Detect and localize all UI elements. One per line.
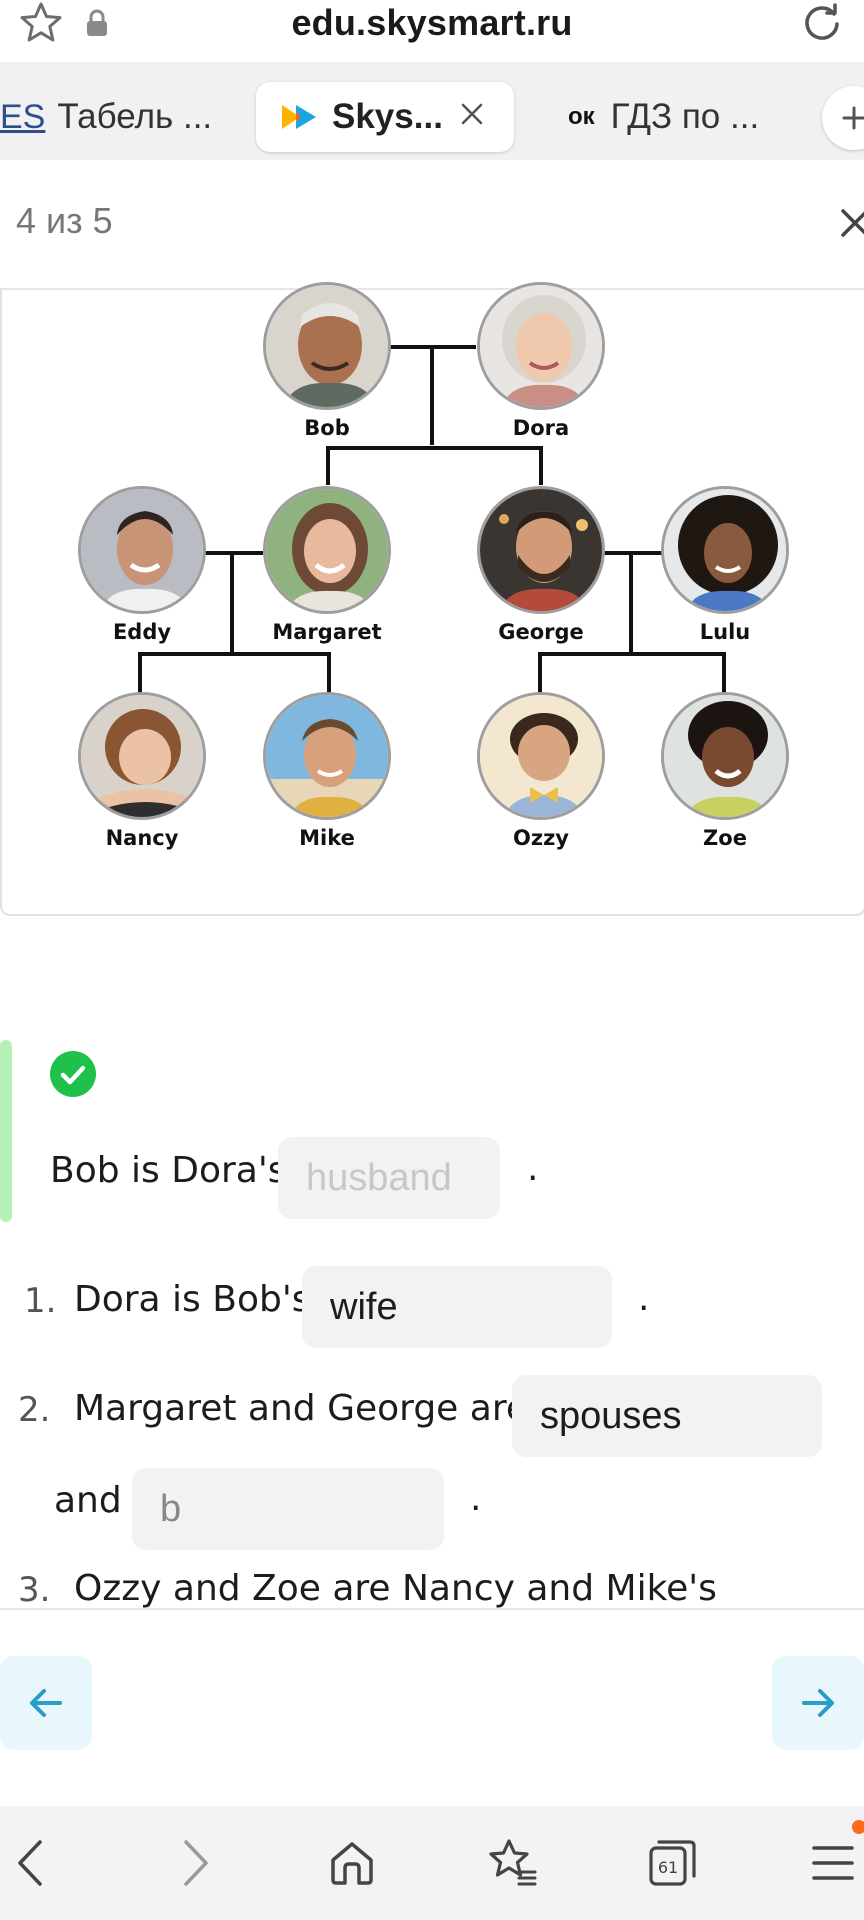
progress-counter: 4 из 5 xyxy=(16,200,113,241)
lulu-avatar xyxy=(661,486,789,614)
back-icon[interactable] xyxy=(4,1836,58,1890)
family-tree-card: Bob Dora Eddy Margaret George Lulu Nancy… xyxy=(0,282,864,916)
example-prefix: Bob is Dora's xyxy=(50,1150,287,1191)
george-avatar xyxy=(477,486,605,614)
correct-indicator-bar xyxy=(0,1040,12,1222)
forward-icon[interactable] xyxy=(168,1836,222,1890)
es-favicon-icon: ES xyxy=(0,97,46,136)
item-3-prefix: Ozzy and Zoe are Nancy and Mike's xyxy=(74,1568,717,1608)
example-suffix: . xyxy=(527,1148,539,1189)
margaret-avatar xyxy=(263,486,391,614)
person-name: George xyxy=(498,620,584,644)
browser-bottom-bar: 61 xyxy=(0,1806,864,1920)
item-1-suffix: . xyxy=(638,1278,650,1319)
tab-tabel[interactable]: ES Табель ... xyxy=(0,82,240,152)
person-name: Bob xyxy=(304,416,350,440)
bob-avatar xyxy=(263,282,391,410)
item-2-middle: and xyxy=(54,1480,122,1521)
person-name: Eddy xyxy=(112,620,172,644)
new-tab-button[interactable] xyxy=(822,86,864,150)
dora-avatar xyxy=(477,282,605,410)
tab-count: 61 xyxy=(658,1858,678,1877)
example-answer-field: husband xyxy=(278,1137,500,1219)
tab-strip: ES Табель ... Skys... ок ГДЗ по ... xyxy=(0,62,864,160)
item-2-suffix: . xyxy=(470,1478,482,1519)
person-zoe: Zoe xyxy=(661,692,789,850)
person-name: Dora xyxy=(512,416,570,440)
tab-gdz[interactable]: ок ГДЗ по ... xyxy=(568,82,798,152)
person-margaret: Margaret xyxy=(263,486,391,644)
previous-button[interactable] xyxy=(0,1656,92,1750)
ok-favicon-icon: ок xyxy=(568,103,595,130)
person-dora: Dora xyxy=(477,282,605,440)
close-icon[interactable] xyxy=(838,206,864,240)
person-ozzy: Ozzy xyxy=(477,692,605,850)
home-icon[interactable] xyxy=(325,1836,379,1890)
address-bar: edu.skysmart.ru xyxy=(0,0,864,62)
person-lulu: Lulu xyxy=(661,486,789,644)
arrow-left-icon xyxy=(30,1689,62,1717)
zoe-avatar xyxy=(661,692,789,820)
item-2-prefix: Margaret and George are xyxy=(74,1388,528,1429)
menu-icon[interactable] xyxy=(806,1836,860,1890)
person-name: Zoe xyxy=(703,826,747,850)
item-1-prefix: Dora is Bob's xyxy=(74,1279,311,1320)
next-button[interactable] xyxy=(772,1656,864,1750)
ozzy-avatar xyxy=(477,692,605,820)
person-name: Mike xyxy=(299,826,355,850)
item-1-answer-field[interactable]: wife xyxy=(302,1266,612,1348)
tab-label: ГДЗ по ... xyxy=(610,97,760,136)
item-number: 3. xyxy=(18,1570,51,1608)
item-number: 1. xyxy=(24,1281,57,1321)
reload-icon[interactable] xyxy=(798,0,846,48)
tabs-icon[interactable]: 61 xyxy=(646,1836,700,1890)
person-name: Nancy xyxy=(105,826,179,850)
person-name: Margaret xyxy=(272,620,382,644)
arrow-right-icon xyxy=(802,1689,834,1717)
person-george: George xyxy=(477,486,605,644)
tab-close-icon[interactable] xyxy=(458,100,486,128)
person-name: Ozzy xyxy=(513,826,569,850)
tab-label: Табель ... xyxy=(57,97,213,136)
notification-dot xyxy=(852,1820,864,1834)
person-bob: Bob xyxy=(263,282,391,440)
skysmart-play-icon xyxy=(282,105,316,129)
item-3-clip: 3. Ozzy and Zoe are Nancy and Mike's xyxy=(0,1540,864,1608)
check-circle-icon xyxy=(50,1051,96,1097)
person-name: Lulu xyxy=(699,620,751,644)
nancy-avatar xyxy=(78,692,206,820)
mike-avatar xyxy=(263,692,391,820)
item-2-answer2-field[interactable]: b xyxy=(132,1468,444,1550)
item-2-answer-field[interactable]: spouses xyxy=(512,1375,822,1457)
person-nancy: Nancy xyxy=(78,692,206,850)
plus-icon xyxy=(842,106,864,130)
person-eddy: Eddy xyxy=(78,486,206,644)
content-divider xyxy=(0,1608,864,1610)
person-mike: Mike xyxy=(263,692,391,850)
url-text[interactable]: edu.skysmart.ru xyxy=(0,2,864,44)
tab-skysmart[interactable]: Skys... xyxy=(256,82,514,152)
item-number: 2. xyxy=(18,1390,51,1430)
bookmarks-icon[interactable] xyxy=(485,1836,539,1890)
tab-label: Skys... xyxy=(332,97,443,136)
eddy-avatar xyxy=(78,486,206,614)
